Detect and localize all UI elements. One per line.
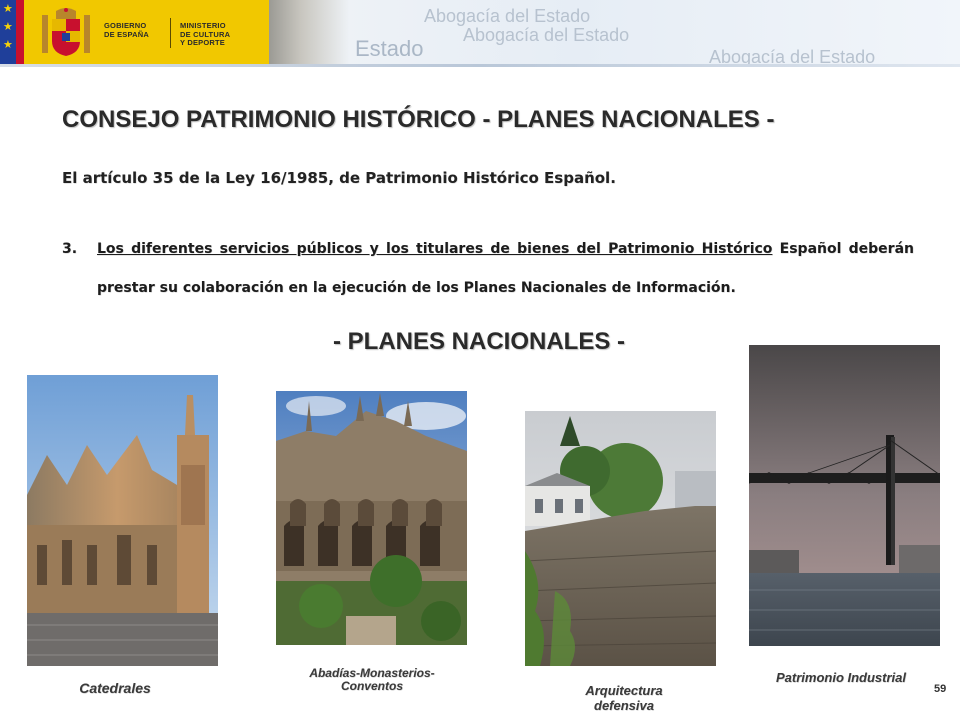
caption-arquitectura-defensiva: Arquitectura defensiva (585, 683, 663, 713)
star-icon: ★ (3, 39, 13, 51)
ministry-name: MINISTERIO DE CULTURA Y DEPORTE (180, 21, 231, 47)
article-paragraph: 3. Los diferentes servicios públicos y l… (62, 230, 914, 308)
slide-title: CONSEJO PATRIMONIO HISTÓRICO - PLANES NA… (62, 106, 775, 133)
article-number: 3. (62, 241, 78, 257)
photo-patrimonio-industrial (749, 345, 940, 646)
header-divider (0, 64, 960, 67)
article-body: Los diferentes servicios públicos y los … (97, 230, 914, 308)
government-name: GOBIERNO DE ESPAÑA (104, 21, 150, 39)
photo-catedrales (27, 375, 218, 666)
photo-arquitectura-defensiva (525, 411, 716, 666)
header-building-photo (269, 0, 349, 66)
photo-abadias-monasterios-conventos (276, 391, 467, 645)
header-band: Abogacía del Estado Abogacía del Estado … (0, 0, 960, 66)
slide-subtitle: El artículo 35 de la Ley 16/1985, de Pat… (62, 169, 616, 187)
eu-flag-strip: ★ ★ ★ (0, 0, 16, 66)
caption-catedrales: Catedrales (79, 680, 151, 696)
coat-of-arms-icon (42, 8, 90, 56)
slide-number: 59 (934, 683, 947, 695)
section-title: - PLANES NACIONALES - (333, 328, 626, 355)
watermark-text: Abogacía del Estado (424, 6, 591, 26)
caption-patrimonio-industrial: Patrimonio Industrial (775, 670, 906, 685)
star-icon: ★ (3, 21, 13, 33)
article-underlined-text: Los diferentes servicios públicos y los … (97, 241, 773, 257)
watermark-text: Abogacía del Estado (463, 25, 630, 45)
caption-abadias: Abadías-Monasterios-Conventos (309, 666, 435, 693)
watermark-text: Estado (355, 36, 424, 61)
flag-red-band (16, 0, 24, 66)
logo-divider (170, 18, 171, 48)
star-icon: ★ (3, 3, 13, 15)
